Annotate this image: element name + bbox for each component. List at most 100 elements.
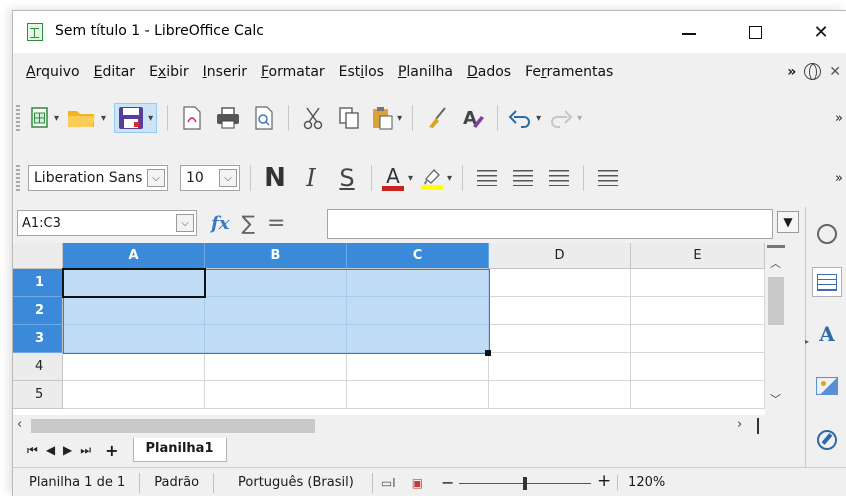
column-header-e[interactable]: E [631,243,765,269]
cell-b5[interactable] [205,381,347,409]
document-modified-icon[interactable]: ▣ [404,473,431,493]
function-wizard-icon[interactable]: fx [211,213,229,234]
scroll-down-icon[interactable]: ﹀ [770,391,781,407]
align-center-button[interactable] [509,163,537,193]
cut-button[interactable] [299,103,327,133]
menu-ferramentas[interactable]: Ferramentas [518,58,620,86]
sheet-tab-planilha1[interactable]: Planilha1 [132,438,227,462]
menu-estilos[interactable]: Estilos [332,58,391,86]
sidebar-gallery-button[interactable] [812,371,842,401]
row-header-5[interactable]: 5 [13,381,63,409]
print-preview-button[interactable] [250,103,278,133]
cell-c1[interactable] [347,269,489,297]
italic-button[interactable]: I [297,163,325,193]
menu-inserir[interactable]: Inserir [196,58,254,86]
formula-input[interactable] [327,209,773,239]
sidebar-properties-button[interactable] [812,267,842,297]
column-header-a[interactable]: A [63,243,205,269]
print-button[interactable] [214,103,242,133]
cell-d3[interactable] [489,325,631,353]
column-header-d[interactable]: D [489,243,631,269]
align-right-button[interactable] [545,163,573,193]
chevron-down-icon[interactable]: ⌵ [147,169,165,187]
cell-d2[interactable] [489,297,631,325]
menu-formatar[interactable]: Formatar [254,58,332,86]
select-all-corner[interactable] [13,243,63,269]
clone-formatting-button[interactable] [423,103,451,133]
scroll-up-icon[interactable]: ︿ [770,255,781,271]
scroll-right-icon[interactable]: › [737,417,742,432]
cell-e3[interactable] [631,325,765,353]
horizontal-scrollbar[interactable]: ‹ › [13,415,787,437]
menu-arquivo[interactable]: Arquivo [13,58,87,86]
cell-e2[interactable] [631,297,765,325]
menu-planilha[interactable]: Planilha [391,58,460,86]
close-window-button[interactable]: ✕ [801,17,841,47]
scroll-left-icon[interactable]: ‹ [17,417,22,432]
bold-button[interactable]: N [261,163,289,193]
vertical-scrollbar[interactable]: ︿ ﹀ [765,243,787,417]
cell-c3[interactable] [347,325,489,353]
minimize-button[interactable] [669,17,709,47]
close-document-button[interactable]: ✕ [829,64,841,80]
split-handle[interactable] [767,245,785,248]
underline-button[interactable]: S [333,163,361,193]
open-button[interactable] [67,103,106,133]
cell-a5[interactable] [63,381,205,409]
standard-toolbar-overflow-button[interactable]: » [835,111,843,126]
first-sheet-button[interactable]: ⏮ [27,443,38,458]
chevron-down-icon[interactable]: ⌵ [176,214,194,232]
export-pdf-button[interactable] [178,103,206,133]
page-style-status[interactable]: Padrão [140,472,215,493]
chevron-down-icon[interactable]: ⌵ [219,169,237,187]
row-header-4[interactable]: 4 [13,353,63,381]
toolbar-grip-icon[interactable] [16,165,20,191]
spreadsheet-grid[interactable]: A B C D E 1 2 3 4 5 [13,243,787,415]
zoom-percentage[interactable]: 120% [617,475,665,490]
menu-editar[interactable]: Editar [87,58,142,86]
menu-dados[interactable]: Dados [460,58,518,86]
formula-equals-icon[interactable]: = [267,211,285,236]
vertical-scroll-thumb[interactable] [768,277,784,325]
redo-button[interactable] [549,103,582,133]
cell-a3[interactable] [63,325,205,353]
row-header-2[interactable]: 2 [13,297,63,325]
last-sheet-button[interactable]: ⏭ [80,443,91,458]
next-sheet-button[interactable]: ▶ [63,443,72,457]
cell-e4[interactable] [631,353,765,381]
language-status[interactable]: Português (Brasil) [214,472,373,493]
menu-overflow-button[interactable]: » [787,64,796,80]
maximize-button[interactable] [735,17,775,47]
selection-mode-icon[interactable]: ▭I [373,473,404,493]
cell-c4[interactable] [347,353,489,381]
cell-d1[interactable] [489,269,631,297]
cell-b1[interactable] [205,269,347,297]
zoom-slider-knob[interactable] [523,476,528,490]
sidebar-styles-button[interactable]: A [812,319,842,349]
autofill-handle[interactable] [485,350,491,356]
sidebar-collapse-icon[interactable]: ▸ [805,337,811,347]
zoom-in-button[interactable]: + [597,471,611,491]
save-button[interactable] [114,103,158,133]
previous-sheet-button[interactable]: ◀ [46,443,55,457]
sidebar-settings-button[interactable] [812,219,842,249]
highlight-color-button[interactable] [421,163,452,193]
formatting-toolbar-overflow-button[interactable]: » [835,171,843,186]
horizontal-scroll-thumb[interactable] [31,419,315,433]
font-name-combobox[interactable]: Liberation Sans ⌵ [28,165,168,191]
cell-a4[interactable] [63,353,205,381]
undo-button[interactable] [508,103,541,133]
cell-a1[interactable] [63,269,205,297]
cell-b4[interactable] [205,353,347,381]
globe-icon[interactable] [804,63,822,80]
sheet-position-status[interactable]: Planilha 1 de 1 [13,472,141,493]
name-box[interactable]: A1:C3 ⌵ [17,210,197,236]
row-header-3[interactable]: 3 [13,325,63,353]
column-header-b[interactable]: B [205,243,347,269]
copy-button[interactable] [335,103,363,133]
horizontal-split-handle[interactable] [757,418,759,434]
sidebar-navigator-button[interactable] [812,425,842,455]
clear-formatting-button[interactable]: A [459,103,487,133]
row-header-1[interactable]: 1 [13,269,63,297]
new-spreadsheet-button[interactable] [30,103,59,133]
